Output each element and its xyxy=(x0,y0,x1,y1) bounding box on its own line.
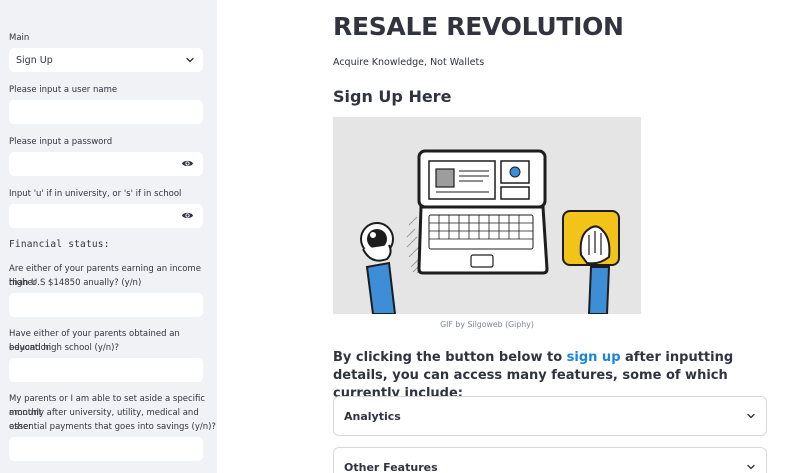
features-intro-text: By clicking the button below to xyxy=(333,350,567,365)
school-label: Input 'u' if in university, or 's' if in… xyxy=(9,189,182,199)
page-title: RESALE REVOLUTION xyxy=(333,12,624,41)
savings-input[interactable] xyxy=(9,437,203,461)
gif-caption: GIF by Silgoweb (Giphy) xyxy=(440,320,534,329)
password-label: Please input a password xyxy=(9,137,113,147)
page-subtitle: Acquire Knowledge, Not Wallets xyxy=(333,57,485,68)
expander-other-features[interactable]: Other Features xyxy=(333,447,767,473)
education-label-line2: beyond high school (y/n)? xyxy=(9,343,119,353)
features-intro: By clicking the button below to sign up … xyxy=(333,349,773,403)
signup-gif xyxy=(333,117,641,314)
chevron-down-icon xyxy=(746,462,756,472)
education-input[interactable] xyxy=(9,358,203,382)
username-input[interactable] xyxy=(9,100,203,124)
chevron-down-icon xyxy=(746,411,756,421)
password-input[interactable] xyxy=(9,152,203,176)
username-label: Please input a user name xyxy=(9,85,118,95)
savings-label-line3: essential payments that goes into saving… xyxy=(9,422,216,432)
main-select-value: Sign Up xyxy=(16,54,53,66)
income-input[interactable] xyxy=(9,293,203,317)
income-label-line2: than U.S $14850 anually? (y/n) xyxy=(9,278,142,288)
expander-analytics[interactable]: Analytics xyxy=(333,396,767,436)
section-heading: Sign Up Here xyxy=(333,87,452,106)
sidebar: Main Sign Up Please input a user name Pl… xyxy=(0,0,217,473)
eye-icon[interactable] xyxy=(181,210,194,221)
school-input[interactable] xyxy=(9,204,203,228)
expander-label: Other Features xyxy=(344,460,438,473)
expander-label: Analytics xyxy=(344,409,401,423)
main-select[interactable]: Sign Up xyxy=(9,48,203,72)
sign-up-link[interactable]: sign up xyxy=(567,350,621,365)
main-content: RESALE REVOLUTION Acquire Knowledge, Not… xyxy=(217,0,806,473)
financial-status-heading: Financial status: xyxy=(9,239,110,250)
main-select-label: Main xyxy=(9,33,30,43)
eye-icon[interactable] xyxy=(181,158,194,169)
chevron-down-icon xyxy=(185,55,195,65)
